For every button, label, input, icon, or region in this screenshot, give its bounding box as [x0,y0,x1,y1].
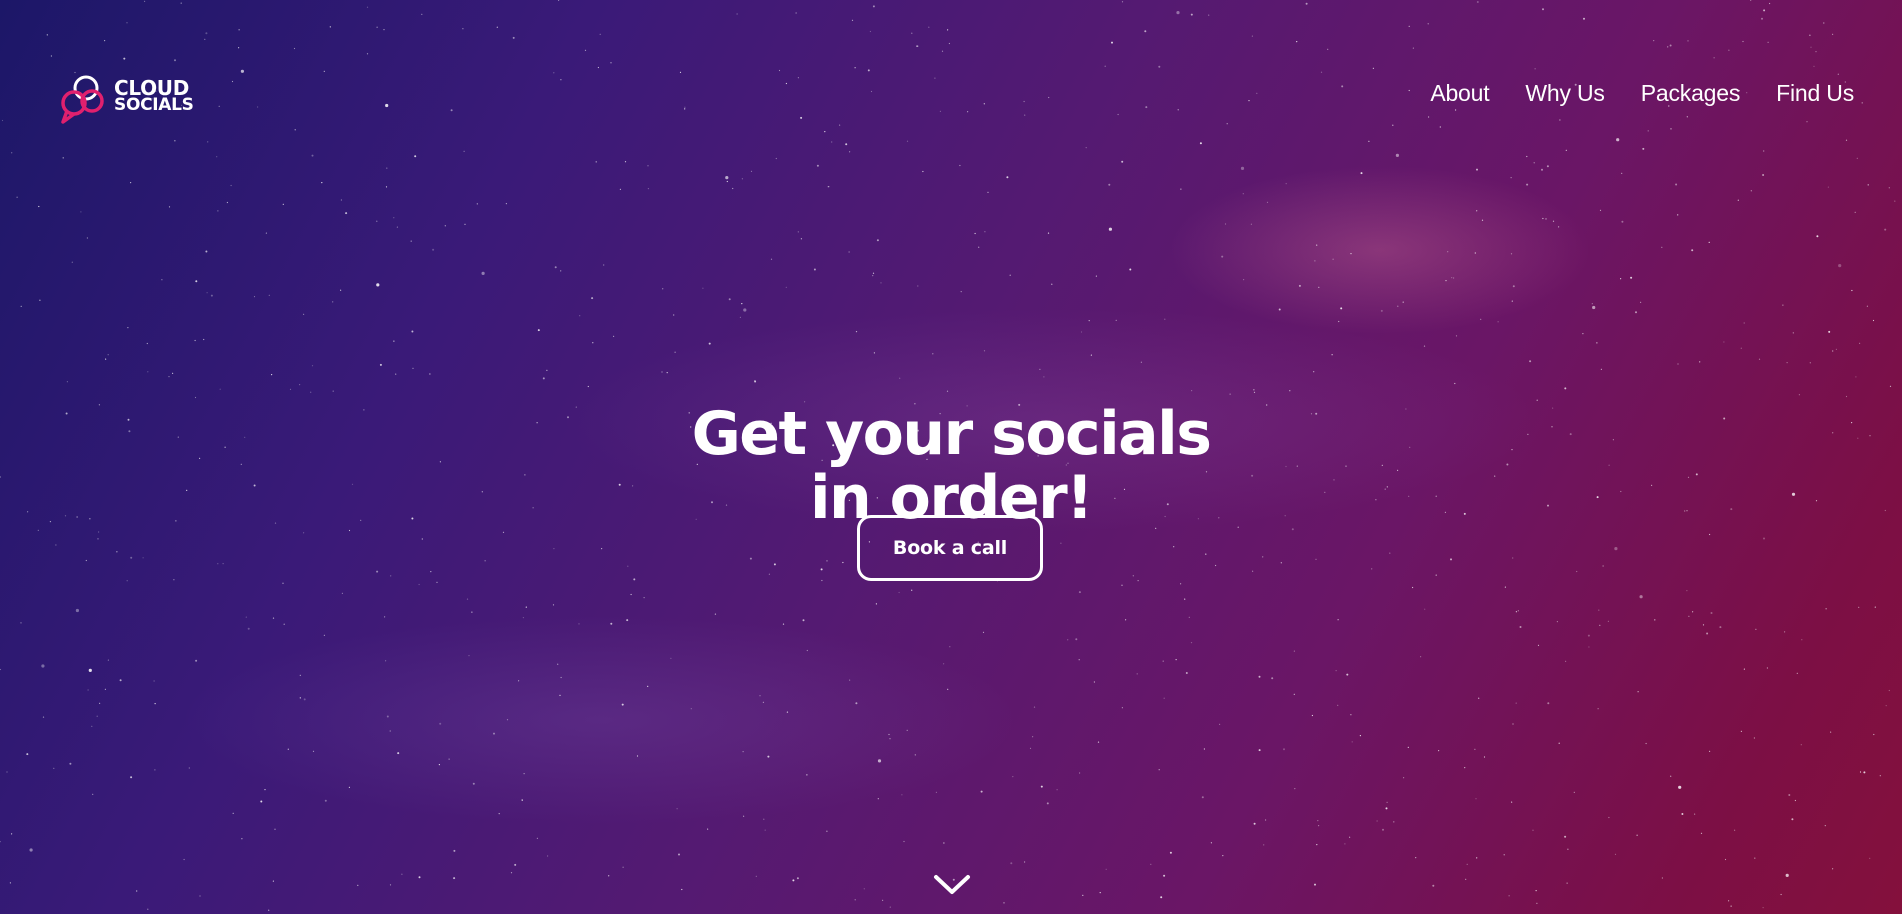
hero-section: CLOUD SOCIALS About Why Us Packages Find… [0,0,1902,914]
speech-bubbles-logo-icon [61,75,104,124]
hero-headline: Get your socials in order! [0,402,1902,530]
nav-link-why-us[interactable]: Why Us [1525,80,1605,107]
nav-link-about[interactable]: About [1430,80,1489,107]
nav-link-packages[interactable]: Packages [1641,80,1741,107]
chevron-down-icon[interactable] [932,870,972,898]
main-navigation: About Why Us Packages Find Us [1430,80,1854,107]
site-header: CLOUD SOCIALS About Why Us Packages Find… [0,0,1902,190]
logo-word-socials: SOCIALS [114,95,194,115]
hero-headline-line1: Get your socials [691,399,1212,470]
cloud-socials-logo[interactable]: CLOUD SOCIALS [58,70,198,124]
logo-wordmark: CLOUD SOCIALS [114,78,194,115]
nav-link-find-us[interactable]: Find Us [1776,80,1854,107]
book-a-call-button[interactable]: Book a call [857,515,1043,581]
